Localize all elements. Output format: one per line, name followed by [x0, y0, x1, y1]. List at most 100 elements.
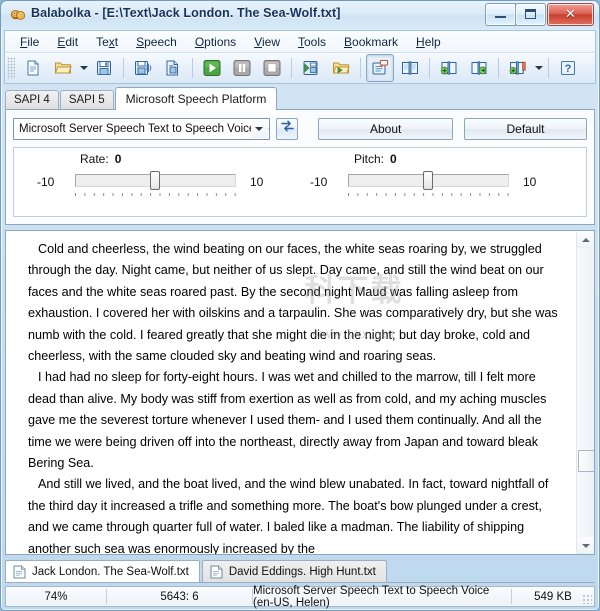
- text-editor[interactable]: Cold and cheerless, the wind beating on …: [6, 231, 577, 554]
- rate-pitch-group: Rate: 0 -10 10 Pitch: 0 -10: [13, 147, 587, 217]
- text-document-icon: [13, 565, 26, 579]
- add-bookmark-icon[interactable]: [435, 54, 463, 82]
- menu-view[interactable]: View: [245, 33, 289, 51]
- separator-5: [429, 58, 430, 78]
- maximize-icon: [525, 9, 536, 19]
- resize-grip[interactable]: [581, 593, 592, 604]
- rate-slider-ticks: [75, 193, 236, 198]
- pitch-label-text: Pitch:: [354, 152, 384, 166]
- menu-help[interactable]: Help: [407, 33, 450, 51]
- voice-selection-row: Microsoft Server Speech Text to Speech V…: [13, 117, 587, 140]
- speech-engine-tabs: SAPI 4 SAPI 5 Microsoft Speech Platform: [5, 88, 595, 110]
- pitch-slider-ticks: [348, 193, 509, 198]
- editor-vertical-scrollbar[interactable]: [576, 231, 594, 554]
- minimize-button[interactable]: [485, 3, 516, 26]
- dictionary-icon[interactable]: [396, 54, 424, 82]
- rate-slider[interactable]: [75, 171, 236, 190]
- editor-paragraph: I had had no sleep for forty-eight hours…: [28, 367, 565, 474]
- new-file-icon[interactable]: [19, 54, 47, 82]
- svg-text:?: ?: [565, 63, 572, 75]
- scrollbar-thumb[interactable]: [578, 450, 595, 472]
- minimize-icon: [495, 16, 506, 18]
- menu-tools[interactable]: Tools: [289, 33, 335, 51]
- rate-slider-thumb[interactable]: [150, 171, 160, 190]
- refresh-voices-icon: [280, 119, 295, 138]
- close-icon: ✕: [548, 4, 593, 25]
- pitch-max-label: 10: [523, 175, 536, 189]
- status-position: 5643: 6: [107, 587, 252, 606]
- document-tab-sea-wolf[interactable]: Jack London. The Sea-Wolf.txt: [5, 560, 200, 582]
- scroll-up-arrow-icon[interactable]: [577, 231, 594, 248]
- default-button[interactable]: Default: [464, 118, 587, 140]
- menu-bookmark[interactable]: Bookmark: [335, 33, 407, 51]
- separator-4: [360, 58, 361, 78]
- document-tab-label: David Eddings. High Hunt.txt: [229, 566, 376, 578]
- pause-icon[interactable]: [228, 54, 256, 82]
- batch-play-icon[interactable]: [327, 54, 355, 82]
- menu-options[interactable]: Options: [186, 33, 245, 51]
- chevron-down-icon[interactable]: [251, 120, 268, 138]
- bookmark-dropdown-caret[interactable]: [533, 56, 544, 80]
- about-button[interactable]: About: [318, 118, 453, 140]
- balabolka-main-window: Balabolka - [E:\Text\Jack London. The Se…: [0, 0, 600, 611]
- close-button[interactable]: ✕: [547, 3, 594, 26]
- tab-sapi-5[interactable]: SAPI 5: [60, 90, 114, 110]
- window-controls: ✕: [486, 3, 594, 24]
- editor-paragraph: And still we lived, and the boat lived, …: [28, 474, 565, 554]
- scroll-down-arrow-icon[interactable]: [577, 537, 594, 554]
- pitch-value: 0: [390, 152, 397, 166]
- speech-settings-panel: Microsoft Server Speech Text to Speech V…: [5, 109, 595, 225]
- refresh-voices-button[interactable]: [276, 118, 299, 140]
- open-file-dropdown-caret[interactable]: [78, 56, 89, 80]
- pitch-label: Pitch: 0: [354, 152, 397, 166]
- help-icon[interactable]: ?: [554, 54, 582, 82]
- bookmark-list-icon[interactable]: [504, 54, 532, 82]
- status-progress: 74%: [6, 587, 106, 606]
- separator-7: [548, 58, 549, 78]
- rate-label-text: Rate:: [80, 152, 109, 166]
- editor-paragraph: Cold and cheerless, the wind beating on …: [28, 239, 565, 367]
- play-icon[interactable]: [198, 54, 226, 82]
- menu-speech[interactable]: Speech: [127, 33, 186, 51]
- menu-edit[interactable]: Edit: [48, 33, 87, 51]
- document-tab-label: Jack London. The Sea-Wolf.txt: [32, 566, 189, 578]
- stop-icon[interactable]: [258, 54, 286, 82]
- voice-select[interactable]: Microsoft Server Speech Text to Speech V…: [13, 118, 270, 140]
- rate-label: Rate: 0: [80, 152, 121, 166]
- text-editor-area: Cold and cheerless, the wind beating on …: [5, 230, 595, 555]
- rate-control: Rate: 0 -10 10: [14, 148, 297, 216]
- rate-min-label: -10: [37, 175, 54, 189]
- balabolka-app-icon: [10, 7, 26, 23]
- document-tabs: Jack London. The Sea-Wolf.txt David Eddi…: [5, 558, 595, 583]
- separator-1: [123, 58, 124, 78]
- pitch-slider-thumb[interactable]: [423, 171, 433, 190]
- maximize-button[interactable]: [515, 3, 546, 26]
- title-bar: Balabolka - [E:\Text\Jack London. The Se…: [1, 1, 599, 30]
- open-file-icon[interactable]: [49, 54, 77, 82]
- status-voice: Microsoft Server Speech Text to Speech V…: [253, 587, 511, 606]
- tab-sapi-4[interactable]: SAPI 4: [5, 90, 59, 110]
- toolbar-grip[interactable]: [7, 57, 15, 79]
- menu-file[interactable]: File: [11, 33, 48, 51]
- voice-select-value: Microsoft Server Speech Text to Speech V…: [14, 123, 269, 135]
- notes-icon[interactable]: [366, 54, 394, 82]
- tab-microsoft-speech-platform[interactable]: Microsoft Speech Platform: [115, 87, 278, 110]
- separator-6: [498, 58, 499, 78]
- pitch-control: Pitch:0 -10 10: [297, 148, 580, 216]
- separator-3: [291, 58, 292, 78]
- goto-bookmark-icon[interactable]: [465, 54, 493, 82]
- rate-value: 0: [115, 152, 122, 166]
- save-file-icon[interactable]: [90, 54, 118, 82]
- text-document-icon: [210, 565, 223, 579]
- menu-bar: File Edit Text Speech Options View Tools…: [4, 30, 596, 52]
- menu-text[interactable]: Text: [87, 33, 127, 51]
- pitch-slider[interactable]: [348, 171, 509, 190]
- play-clipboard-icon[interactable]: [297, 54, 325, 82]
- main-toolbar: ?: [4, 52, 596, 84]
- document-tab-high-hunt[interactable]: David Eddings. High Hunt.txt: [202, 560, 387, 582]
- rate-max-label: 10: [250, 175, 263, 189]
- save-audio-file-icon[interactable]: [129, 54, 157, 82]
- separator-2: [192, 58, 193, 78]
- split-audio-file-icon[interactable]: [159, 54, 187, 82]
- status-bar: 74% 5643: 6 Microsoft Server Speech Text…: [5, 586, 595, 607]
